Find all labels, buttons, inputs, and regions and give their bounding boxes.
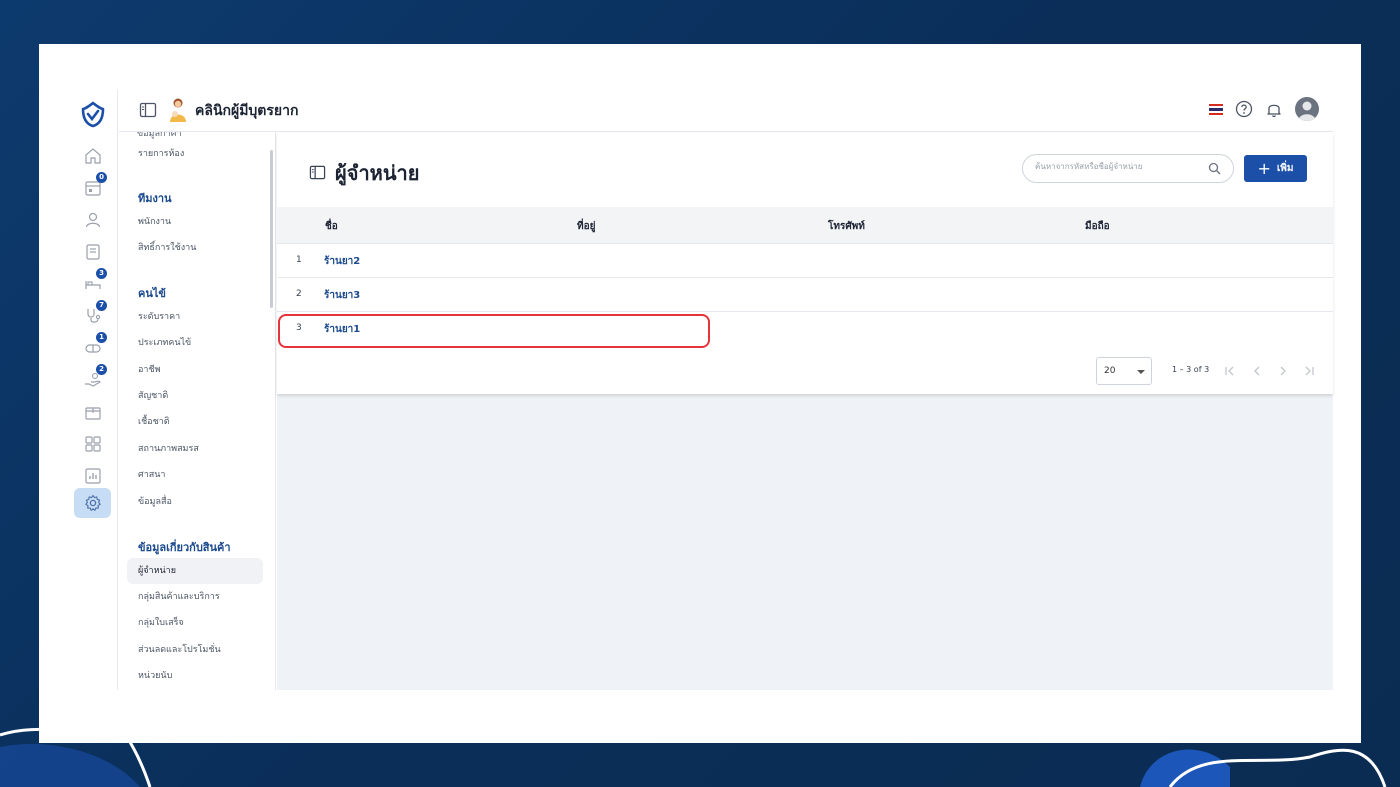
search-input[interactable] — [1035, 162, 1205, 171]
stethoscope-icon[interactable]: 7 — [83, 300, 107, 326]
stethoscope-badge: 7 — [96, 300, 107, 311]
user-avatar-icon — [1298, 101, 1316, 121]
menu-item-media[interactable]: ข้อมูลสื่อ — [127, 489, 263, 515]
decorative-wave — [1140, 748, 1387, 787]
home-icon[interactable] — [83, 146, 103, 166]
table-row[interactable]: 2 ร้านยา3 — [277, 278, 1333, 312]
table-row[interactable]: 1 ร้านยา2 — [277, 244, 1333, 278]
menu-section-patient: คนไข้ — [138, 287, 166, 300]
pagination-range: 1 – 3 of 3 — [1172, 365, 1210, 374]
menu-item-staff[interactable]: พนักงาน — [127, 209, 263, 235]
pills-icon[interactable]: 1 — [83, 332, 107, 358]
report-chart-icon[interactable] — [83, 466, 103, 486]
next-page-icon[interactable] — [1276, 363, 1290, 377]
menu-item-partial[interactable]: ข้อมูลกาคา — [137, 132, 182, 140]
row-number: 1 — [296, 255, 302, 265]
user-avatar[interactable] — [1295, 97, 1319, 121]
lotus-logo-icon — [81, 101, 105, 128]
menu-item-religion[interactable]: ศาสนา — [127, 462, 263, 488]
previous-page-icon[interactable] — [1250, 363, 1264, 377]
icon-rail: 0 3 7 1 2 — [68, 90, 118, 690]
pills-badge: 1 — [96, 332, 107, 343]
menu-item-occupation[interactable]: อาชีพ — [127, 357, 263, 383]
last-page-icon[interactable] — [1302, 363, 1316, 377]
panel-icon — [309, 165, 326, 180]
menu-item-price-level[interactable]: ระดับราคา — [127, 304, 263, 330]
menu-item-supplier[interactable]: ผู้จำหน่าย — [127, 558, 263, 584]
search-icon[interactable] — [1208, 162, 1221, 175]
menu-item-race[interactable]: เชื้อชาติ — [127, 409, 263, 435]
menu-scrollbar[interactable] — [270, 150, 273, 308]
user-icon[interactable] — [83, 210, 103, 230]
main-content: ผู้จำหน่าย + เพิ่ม ชื่อ ที่อยู่ โทรศัพท์… — [277, 132, 1333, 690]
search-box[interactable] — [1022, 154, 1234, 183]
row-highlight-outline — [278, 314, 710, 348]
calendar-badge: 0 — [96, 172, 107, 183]
page-size-value: 20 — [1104, 366, 1116, 376]
page-title: ผู้จำหน่าย — [335, 161, 420, 185]
supplier-name-link[interactable]: ร้านยา2 — [324, 254, 360, 269]
supplier-card: ผู้จำหน่าย + เพิ่ม ชื่อ ที่อยู่ โทรศัพท์… — [277, 132, 1333, 394]
menu-item-nationality[interactable]: สัญชาติ — [127, 383, 263, 409]
menu-item-rooms[interactable]: รายการห้อง — [127, 141, 263, 167]
add-button-label: เพิ่ม — [1276, 163, 1294, 174]
page-size-select[interactable]: 20 — [1096, 357, 1152, 385]
box-icon[interactable] — [83, 402, 103, 422]
table-header: ชื่อ ที่อยู่ โทรศัพท์ มือถือ — [277, 207, 1333, 244]
caret-down-icon — [1137, 370, 1145, 374]
column-header-mobile[interactable]: มือถือ — [1085, 219, 1110, 234]
row-number: 2 — [296, 289, 302, 299]
hand-money-icon[interactable]: 2 — [83, 364, 107, 390]
settings-menu: ข้อมูลกาคา รายการห้อง ทีมงาน พนักงาน สิท… — [119, 132, 276, 690]
settings-gear-icon[interactable] — [83, 493, 103, 513]
menu-section-team: ทีมงาน — [138, 192, 172, 205]
menu-item-permissions[interactable]: สิทธิ์การใช้งาน — [127, 235, 263, 261]
menu-item-patient-type[interactable]: ประเภทคนไข้ — [127, 330, 263, 356]
top-header: คลินิกผู้มีบุตรยาก — [119, 90, 1333, 132]
first-page-icon[interactable] — [1223, 363, 1237, 377]
menu-item-unit[interactable]: หน่วยนับ — [127, 663, 263, 689]
calendar-icon[interactable]: 0 — [83, 172, 107, 198]
bed-icon[interactable]: 3 — [83, 268, 107, 294]
column-header-phone[interactable]: โทรศัพท์ — [828, 219, 865, 234]
document-icon[interactable] — [83, 242, 103, 262]
clinic-name: คลินิกผู้มีบุตรยาก — [195, 102, 299, 118]
bed-badge: 3 — [96, 268, 107, 279]
plus-icon: + — [1257, 158, 1271, 178]
sidebar-toggle-icon[interactable] — [139, 101, 157, 119]
column-header-address[interactable]: ที่อยู่ — [577, 219, 595, 234]
notification-bell-icon[interactable] — [1265, 100, 1283, 118]
menu-section-product: ข้อมูลเกี่ยวกับสินค้า — [138, 541, 231, 554]
menu-item-receipt-group[interactable]: กลุ่มใบเสร็จ — [127, 610, 263, 636]
clinic-mother-baby-icon — [170, 98, 186, 122]
menu-item-discount[interactable]: ส่วนลดและโปรโมชั่น — [127, 637, 263, 663]
help-icon[interactable] — [1235, 100, 1253, 118]
add-button[interactable]: + เพิ่ม — [1244, 155, 1307, 182]
menu-item-product-group[interactable]: กลุ่มสินค้าและบริการ — [127, 584, 263, 610]
column-header-name[interactable]: ชื่อ — [325, 219, 338, 234]
menu-item-marital-status[interactable]: สถานภาพสมรส — [127, 436, 263, 462]
supplier-name-link[interactable]: ร้านยา3 — [324, 288, 360, 303]
grid-icon[interactable] — [83, 434, 103, 454]
thai-flag-icon[interactable] — [1209, 103, 1223, 115]
hand-badge: 2 — [96, 364, 107, 375]
